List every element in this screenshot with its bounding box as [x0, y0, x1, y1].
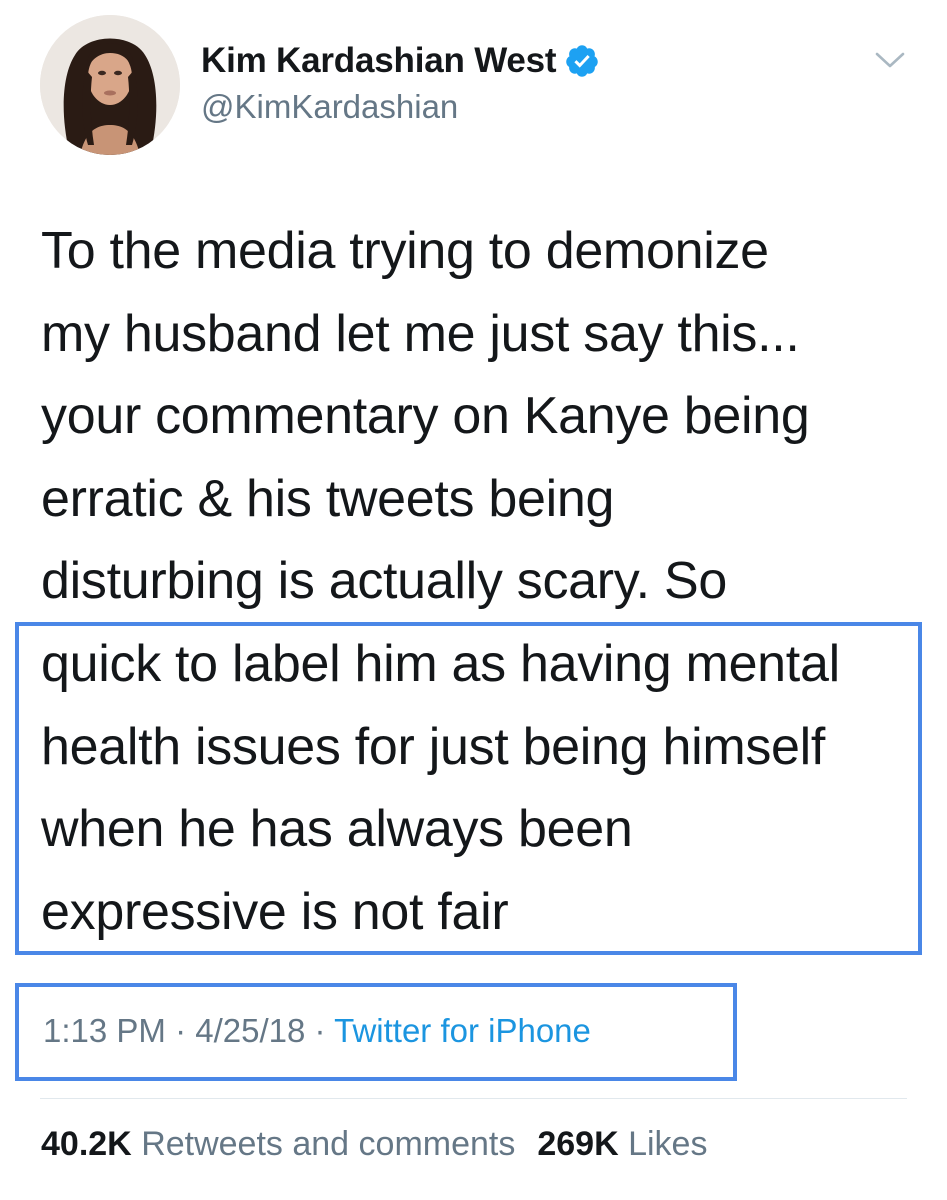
retweets-stat[interactable]: 40.2K Retweets and comments: [41, 1125, 515, 1163]
avatar[interactable]: [40, 15, 180, 155]
likes-count: 269K: [537, 1125, 619, 1163]
likes-label: Likes: [628, 1125, 708, 1163]
tweet-line: To the media trying to demonize: [41, 222, 769, 280]
highlight-box-text: [15, 622, 922, 955]
highlight-box-meta: [15, 983, 737, 1081]
tweet-stats: 40.2K Retweets and comments 269K Likes: [41, 1125, 707, 1164]
author-name-row[interactable]: Kim Kardashian West: [201, 36, 600, 86]
chevron-down-icon[interactable]: [873, 46, 907, 74]
likes-stat[interactable]: 269K Likes: [537, 1125, 707, 1163]
verified-badge-icon: [564, 43, 600, 79]
tweet-line: disturbing is actually scary. So: [41, 552, 727, 611]
tweet-line: your commentary on Kanye being: [41, 387, 810, 446]
retweets-label: Retweets and comments: [141, 1125, 516, 1163]
divider: [40, 1098, 907, 1099]
retweets-count: 40.2K: [41, 1125, 132, 1163]
tweet-line: erratic & his tweets being: [41, 469, 615, 528]
display-name[interactable]: Kim Kardashian West: [201, 41, 557, 81]
tweet-line: my husband let me just say this...: [41, 304, 800, 363]
avatar-image: [40, 15, 180, 155]
author-handle[interactable]: @KimKardashian: [201, 88, 458, 126]
